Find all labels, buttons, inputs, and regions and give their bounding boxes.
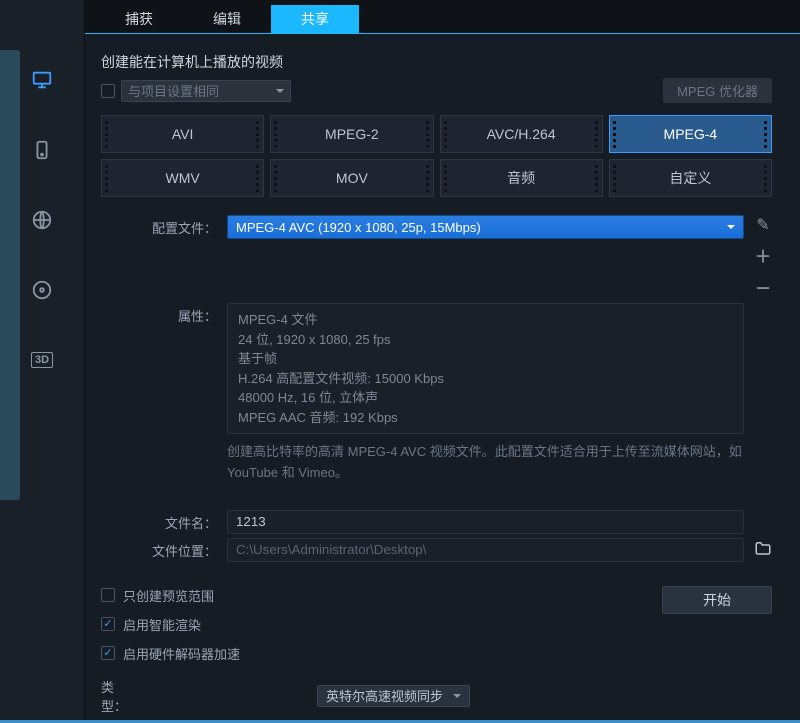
type-value: 英特尔高速视频同步	[326, 686, 443, 705]
attr-line: MPEG-4 文件	[238, 310, 733, 330]
attributes-label: 属性：	[101, 303, 227, 506]
attributes-box: MPEG-4 文件 24 位, 1920 x 1080, 25 fps 基于帧 …	[227, 303, 744, 434]
attr-line: 基于帧	[238, 349, 733, 369]
smart-render-label: 启用智能渲染	[123, 615, 201, 634]
type-dropdown[interactable]: 英特尔高速视频同步	[317, 685, 470, 707]
3d-icon[interactable]: 3D	[30, 348, 54, 372]
top-tabs: 捕获 编辑 共享	[85, 0, 800, 34]
mpeg-optimizer-button[interactable]: MPEG 优化器	[663, 78, 772, 103]
minus-icon[interactable]: －	[754, 275, 772, 299]
format-avi[interactable]: AVI	[101, 115, 264, 153]
location-label: 文件位置：	[101, 538, 227, 562]
format-custom[interactable]: 自定义	[609, 159, 772, 197]
smart-render-checkbox[interactable]	[101, 617, 115, 631]
profile-description: 创建高比特率的高清 MPEG-4 AVC 视频文件。此配置文件适合用于上传至流媒…	[227, 442, 744, 484]
format-mpeg4[interactable]: MPEG-4	[609, 115, 772, 153]
web-icon[interactable]	[30, 208, 54, 232]
edit-icon[interactable]: ✎	[754, 215, 772, 235]
project-settings-label: 与项目设置相同	[128, 81, 219, 100]
type-label: 类型：	[101, 677, 137, 715]
filename-input[interactable]	[227, 510, 744, 534]
left-panel-stub	[0, 50, 20, 500]
computer-icon[interactable]	[30, 68, 54, 92]
attr-line: MPEG AAC 音频: 192 Kbps	[238, 408, 733, 428]
location-input[interactable]	[227, 538, 744, 562]
folder-browse-icon[interactable]	[754, 540, 772, 559]
disc-icon[interactable]	[30, 278, 54, 302]
format-mpeg2[interactable]: MPEG-2	[270, 115, 433, 153]
format-grid: AVI MPEG-2 AVC/H.264 MPEG-4 WMV MOV 音频 自…	[101, 115, 772, 197]
format-wmv[interactable]: WMV	[101, 159, 264, 197]
project-settings-checkbox[interactable]	[101, 84, 115, 98]
filename-label: 文件名：	[101, 510, 227, 534]
plus-icon[interactable]: ＋	[754, 243, 772, 267]
hw-decode-label: 启用硬件解码器加速	[123, 644, 240, 663]
attr-line: 24 位, 1920 x 1080, 25 fps	[238, 330, 733, 350]
preview-only-checkbox[interactable]	[101, 588, 115, 602]
hw-decode-checkbox[interactable]	[101, 646, 115, 660]
attr-line: 48000 Hz, 16 位, 立体声	[238, 388, 733, 408]
profile-dropdown[interactable]: MPEG-4 AVC (1920 x 1080, 25p, 15Mbps)	[227, 215, 744, 239]
profile-value: MPEG-4 AVC (1920 x 1080, 25p, 15Mbps)	[236, 220, 481, 235]
preview-only-label: 只创建预览范围	[123, 586, 214, 605]
format-audio[interactable]: 音频	[440, 159, 603, 197]
chevron-down-icon	[727, 225, 735, 229]
chevron-down-icon	[276, 89, 284, 93]
attr-line: H.264 高配置文件视频: 15000 Kbps	[238, 369, 733, 389]
tab-capture[interactable]: 捕获	[95, 5, 183, 33]
format-mov[interactable]: MOV	[270, 159, 433, 197]
start-button[interactable]: 开始	[662, 586, 772, 614]
profile-label: 配置文件：	[101, 215, 227, 299]
project-settings-dropdown[interactable]: 与项目设置相同	[121, 80, 291, 102]
tab-share[interactable]: 共享	[271, 5, 359, 33]
device-icon[interactable]	[30, 138, 54, 162]
format-avc[interactable]: AVC/H.264	[440, 115, 603, 153]
chevron-down-icon	[453, 694, 461, 698]
tab-edit[interactable]: 编辑	[183, 5, 271, 33]
page-title: 创建能在计算机上播放的视频	[101, 52, 772, 72]
